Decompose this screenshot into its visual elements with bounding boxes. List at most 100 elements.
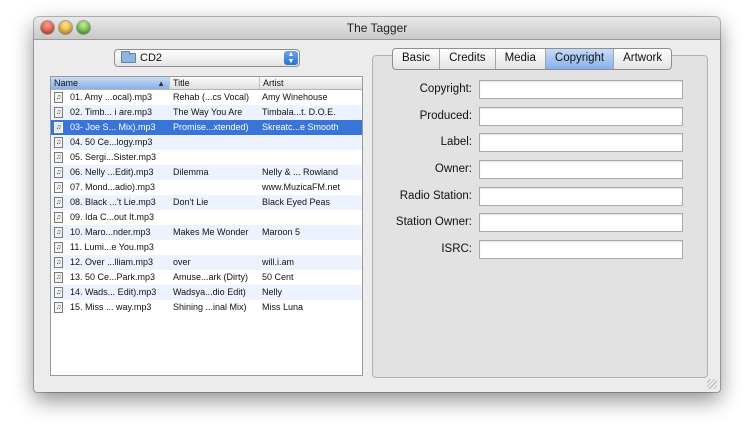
field-input-isrc[interactable] bbox=[479, 240, 683, 259]
field-label-label: Label: bbox=[440, 136, 472, 148]
cell-artist: Nelly bbox=[262, 287, 283, 297]
table-row[interactable]: ♫ 07. Mond...adio).mp3 www.MuzicaFM.net bbox=[51, 180, 362, 195]
cell-title: Don't Lie bbox=[173, 197, 209, 207]
cell-name: 03- Joe S... Mix).mp3 bbox=[70, 122, 156, 132]
table-row[interactable]: ♫ 12. Over ...lliam.mp3 over will.i.am bbox=[51, 255, 362, 270]
column-header-artist[interactable]: Artist bbox=[260, 77, 362, 89]
sort-ascending-icon: ▲ bbox=[157, 79, 165, 88]
table-row[interactable]: ♫ 15. Miss ... way.mp3 Shining ...inal Mix… bbox=[51, 300, 362, 315]
table-row[interactable]: ♫ 04. 50 Ce...logy.mp3 bbox=[51, 135, 362, 150]
cell-title: Promise...xtended) bbox=[173, 122, 249, 132]
field-label-station-owner: Station Owner: bbox=[395, 216, 472, 228]
field-label-owner: Owner: bbox=[434, 163, 472, 175]
cell-name: 01. Amy ...ocal).mp3 bbox=[70, 92, 153, 102]
title-bar: The Tagger bbox=[34, 17, 720, 40]
cell-title: Shining ...inal Mix) bbox=[173, 302, 247, 312]
cell-artist: Skreatc...e Smooth bbox=[262, 122, 339, 132]
cell-title: Dilemma bbox=[173, 167, 209, 177]
cell-artist: Black Eyed Peas bbox=[262, 197, 331, 207]
audio-file-icon: ♫ bbox=[54, 152, 63, 163]
field-input-produced[interactable] bbox=[479, 107, 683, 126]
cell-name: 12. Over ...lliam.mp3 bbox=[70, 257, 154, 267]
field-input-copyright[interactable] bbox=[479, 80, 683, 99]
resize-grip-icon[interactable] bbox=[707, 379, 717, 389]
table-row[interactable]: ♫ 09. Ida C...out It.mp3 bbox=[51, 210, 362, 225]
table-header: Name ▲ Title Artist bbox=[51, 77, 362, 90]
cell-artist: 50 Cent bbox=[262, 272, 294, 282]
field-input-label[interactable] bbox=[479, 133, 683, 152]
audio-file-icon: ♫ bbox=[54, 92, 63, 103]
field-label-radio-station: Radio Station: bbox=[399, 190, 472, 202]
cell-name: 14. Wads... Edit).mp3 bbox=[70, 287, 157, 297]
column-header-title[interactable]: Title bbox=[170, 77, 260, 89]
table-row[interactable]: ♫ 13. 50 Ce...Park.mp3 Amuse...ark (Dirty)… bbox=[51, 270, 362, 285]
cell-artist: www.MuzicaFM.net bbox=[262, 182, 341, 192]
cell-title: Rehab (...cs Vocal) bbox=[173, 92, 250, 102]
cell-title: over bbox=[173, 257, 191, 267]
audio-file-icon: ♫ bbox=[54, 182, 63, 193]
audio-file-icon: ♫ bbox=[54, 137, 63, 148]
tab-credits[interactable]: Credits bbox=[440, 49, 496, 69]
cell-name: 13. 50 Ce...Park.mp3 bbox=[70, 272, 156, 282]
cell-name: 09. Ida C...out It.mp3 bbox=[70, 212, 155, 222]
cell-artist: Timbala...t. D.O.E. bbox=[262, 107, 336, 117]
field-input-radio-station[interactable] bbox=[479, 187, 683, 206]
cell-name: 04. 50 Ce...logy.mp3 bbox=[70, 137, 153, 147]
cell-artist: Maroon 5 bbox=[262, 227, 301, 237]
audio-file-icon: ♫ bbox=[54, 197, 63, 208]
tab-artwork[interactable]: Artwork bbox=[614, 49, 671, 69]
cell-artist: Miss Luna bbox=[262, 302, 304, 312]
audio-file-icon: ♫ bbox=[54, 227, 63, 238]
audio-file-icon: ♫ bbox=[54, 167, 63, 178]
audio-file-icon: ♫ bbox=[54, 287, 63, 298]
folder-icon bbox=[121, 51, 136, 63]
cell-title: The Way You Are bbox=[173, 107, 243, 117]
field-input-owner[interactable] bbox=[479, 160, 683, 179]
cell-name: 10. Maro...nder.mp3 bbox=[70, 227, 151, 237]
table-row[interactable]: ♫ 10. Maro...nder.mp3 Makes Me Wonder Maroo… bbox=[51, 225, 362, 240]
popup-stepper-icon: ▲ ▼ bbox=[284, 51, 298, 65]
cell-name: 08. Black ...'t Lie.mp3 bbox=[70, 197, 156, 207]
column-header-title-label: Title bbox=[173, 78, 190, 88]
field-label-produced: Produced: bbox=[419, 110, 472, 122]
audio-file-icon: ♫ bbox=[54, 257, 63, 268]
field-input-station-owner[interactable] bbox=[479, 213, 683, 232]
table-row[interactable]: ♫ 08. Black ...'t Lie.mp3 Don't Lie Black E… bbox=[51, 195, 362, 210]
column-header-artist-label: Artist bbox=[263, 78, 284, 88]
cell-name: 15. Miss ... way.mp3 bbox=[70, 302, 152, 312]
field-label-copyright: Copyright: bbox=[419, 83, 472, 95]
table-row[interactable]: ♫ 03- Joe S... Mix).mp3 Promise...xtended)… bbox=[51, 120, 362, 135]
table-body: ♫ 01. Amy ...ocal).mp3 Rehab (...cs Vocal)… bbox=[51, 90, 362, 315]
cell-artist: Amy Winehouse bbox=[262, 92, 328, 102]
tab-copyright[interactable]: Copyright bbox=[545, 49, 615, 69]
cell-name: 02. Timb... i are.mp3 bbox=[70, 107, 153, 117]
table-row[interactable]: ♫ 02. Timb... i are.mp3 The Way You Are Tim… bbox=[51, 105, 362, 120]
audio-file-icon: ♫ bbox=[54, 107, 63, 118]
table-row[interactable]: ♫ 14. Wads... Edit).mp3 Wadsya...dio Edit)… bbox=[51, 285, 362, 300]
audio-file-icon: ♫ bbox=[54, 212, 63, 223]
window-title: The Tagger bbox=[346, 21, 408, 35]
audio-file-icon: ♫ bbox=[54, 242, 63, 253]
table-row[interactable]: ♫ 05. Sergi...Sister.mp3 bbox=[51, 150, 362, 165]
cell-title: Amuse...ark (Dirty) bbox=[173, 272, 249, 282]
cell-title: Wadsya...dio Edit) bbox=[173, 287, 246, 297]
column-header-name[interactable]: Name ▲ bbox=[51, 77, 170, 89]
tagger-window: The Tagger CD2 ▲ ▼ Name ▲ Title Artist ♫ 0… bbox=[34, 17, 720, 392]
audio-file-icon: ♫ bbox=[54, 122, 63, 133]
column-header-name-label: Name bbox=[54, 78, 79, 88]
cell-name: 05. Sergi...Sister.mp3 bbox=[70, 152, 157, 162]
table-row[interactable]: ♫ 11. Lumi...e You.mp3 bbox=[51, 240, 362, 255]
table-row[interactable]: ♫ 06. Nelly ...Edit).mp3 Dilemma Nelly & ..… bbox=[51, 165, 362, 180]
cell-name: 11. Lumi...e You.mp3 bbox=[70, 242, 154, 252]
cell-artist: Nelly & ... Rowland bbox=[262, 167, 339, 177]
cell-name: 06. Nelly ...Edit).mp3 bbox=[70, 167, 154, 177]
audio-file-icon: ♫ bbox=[54, 302, 63, 313]
tab-bar: Basic Credits Media Copyright Artwork bbox=[392, 48, 673, 70]
tab-basic[interactable]: Basic bbox=[393, 49, 441, 69]
file-table[interactable]: Name ▲ Title Artist ♫ 01. Amy ...ocal).mp… bbox=[50, 76, 363, 376]
table-row[interactable]: ♫ 01. Amy ...ocal).mp3 Rehab (...cs Vocal)… bbox=[51, 90, 362, 105]
field-label-isrc: ISRC: bbox=[441, 243, 472, 255]
folder-popup-label: CD2 bbox=[140, 52, 163, 64]
folder-popup-button[interactable]: CD2 ▲ ▼ bbox=[114, 49, 300, 67]
tab-media[interactable]: Media bbox=[496, 49, 546, 69]
